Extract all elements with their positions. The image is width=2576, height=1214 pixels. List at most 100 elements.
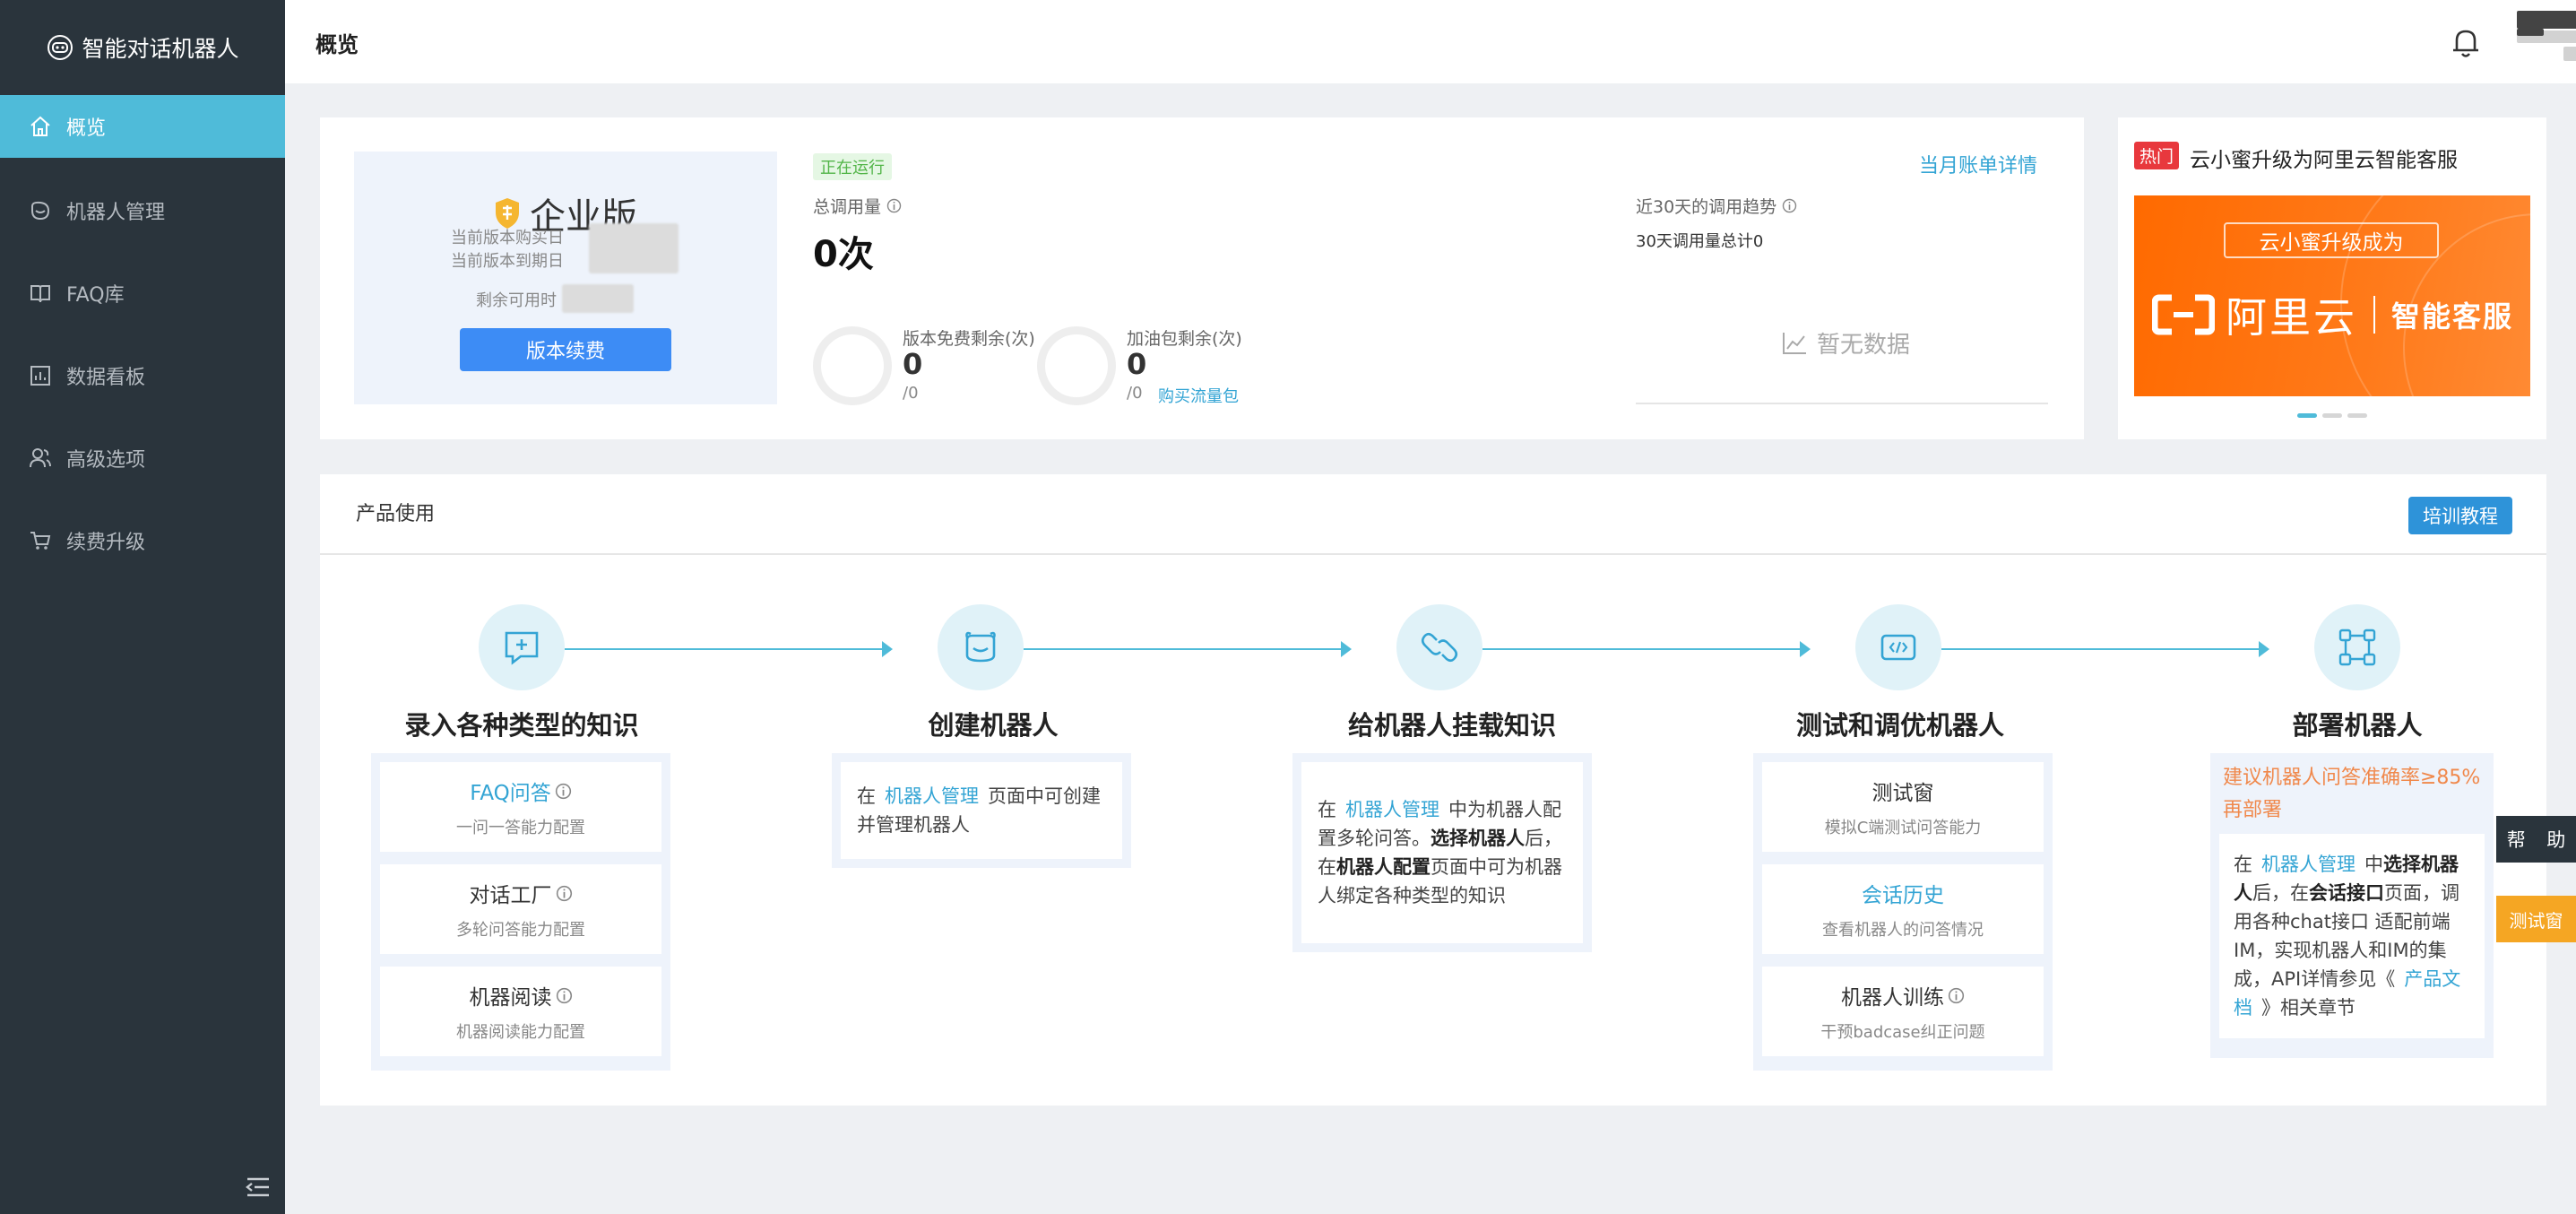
total-calls-label: 总调用量 (813, 194, 902, 218)
users-icon (30, 448, 51, 468)
sidebar-item-label: 高级选项 (66, 449, 146, 472)
app-brand[interactable]: 智能对话机器人 (0, 0, 285, 95)
step-2-title: 创建机器人 (928, 710, 1059, 741)
link-icon (1421, 632, 1458, 663)
info-icon[interactable] (1948, 987, 1965, 1004)
status-badge: 正在运行 (813, 153, 892, 180)
line-chart-icon (1783, 332, 1806, 354)
info-icon[interactable] (556, 885, 573, 902)
bell-icon[interactable] (2450, 25, 2482, 59)
trend-axis-line (1636, 403, 2048, 404)
sidebar-item-advanced[interactable]: 高级选项 (0, 427, 285, 490)
addon-quota-label: 加油包剩余(次) (1127, 329, 1242, 349)
collapse-sidebar-icon[interactable] (246, 1176, 271, 1198)
robot-management-link[interactable]: 机器人管理 (1336, 799, 1448, 820)
step-3-panel: 在机器人管理 中为机器人配置多轮问答。选择机器人后，在机器人配置页面中可为机器人绑… (1292, 753, 1592, 952)
addon-quota-ring (1037, 326, 1116, 405)
step-5-circle (2314, 604, 2400, 690)
usage-title: 产品使用 (356, 503, 436, 525)
info-icon[interactable] (1782, 198, 1797, 213)
help-button[interactable]: 帮 助 (2496, 816, 2576, 863)
sidebar-item-label: FAQ库 (66, 284, 125, 307)
step-5-title: 部署机器人 (2292, 710, 2423, 741)
flow-arrow (882, 641, 893, 657)
addon-quota-value: 0 (1127, 347, 1147, 381)
page-title: 概览 (316, 32, 359, 57)
banner-headline: 云小蜜升级成为 (2224, 222, 2439, 258)
step-5-panel: 建议机器人问答准确率≥85%再部署 在机器人管理 中选择机器人后，在会话接口页面，… (2210, 753, 2494, 1058)
promo-card: 热门 云小蜜升级为阿里云智能客服 云小蜜升级成为 阿里云 智能客服 (2118, 117, 2546, 439)
sidebar-item-dashboard[interactable]: 数据看板 (0, 344, 285, 407)
free-quota-label: 版本免费剩余(次) (903, 329, 1035, 349)
total-calls-value: 0次 (813, 234, 874, 275)
flow-connector (565, 648, 886, 650)
renew-button[interactable]: 版本续费 (460, 328, 671, 371)
home-icon (30, 116, 50, 136)
carousel-dot-3[interactable] (2347, 413, 2367, 418)
robot-management-link[interactable]: 机器人管理 (2252, 854, 2364, 875)
step-1-options: FAQ问答 一问一答能力配置 对话工厂 多轮问答能力配置 机器阅读 机器阅读能力… (371, 753, 670, 1071)
edition-title: 企业版 (354, 187, 777, 239)
sidebar: 智能对话机器人 概览 机器人管理 FAQ库 数据看板 高级选项 续费升级 (0, 0, 285, 1214)
sidebar-item-label: 机器人管理 (66, 202, 166, 224)
monthly-bill-link[interactable]: 当月账单详情 (1919, 150, 2037, 178)
step-4-circle (1855, 604, 1941, 690)
addon-quota-total: /0 (1127, 384, 1143, 403)
user-account[interactable] (2517, 11, 2576, 74)
aliyun-logo-icon (2152, 294, 2215, 335)
robot-face-icon (965, 631, 996, 663)
step-1-circle (479, 604, 565, 690)
test-window-button[interactable]: 测试窗 (2496, 896, 2576, 942)
trend-total: 30天调用量总计0 (1636, 232, 1764, 251)
sidebar-item-renew[interactable]: 续费升级 (0, 509, 285, 572)
info-icon[interactable] (886, 198, 902, 213)
step-4-title: 测试和调优机器人 (1795, 710, 2004, 741)
machine-reading-option[interactable]: 机器阅读 机器阅读能力配置 (380, 967, 661, 1056)
flow-arrow (1341, 641, 1352, 657)
step-2-circle (938, 604, 1024, 690)
carousel-dot-1[interactable] (2297, 413, 2317, 418)
carousel-dot-2[interactable] (2322, 413, 2342, 418)
carousel-dots (2297, 413, 2367, 418)
free-quota-total: /0 (903, 384, 919, 403)
test-window-option[interactable]: 测试窗 模拟C端测试问答能力 (1762, 762, 2044, 852)
aliyun-banner-logo: 阿里云 智能客服 (2152, 285, 2513, 344)
buy-traffic-pack-link[interactable]: 购买流量包 (1158, 384, 1239, 407)
dashboard-icon (30, 366, 50, 386)
promo-banner[interactable]: 云小蜜升级成为 阿里云 智能客服 (2134, 195, 2530, 396)
flow-arrow (1800, 641, 1811, 657)
step-2-panel: 在机器人管理 页面中可创建并管理机器人 (832, 753, 1131, 868)
overview-card: 企业版 当前版本购买日 当前版本到期日 剩余可用时 版本续费 正在运行 总调用量… (320, 117, 2084, 439)
remaining-time-label: 剩余可用时 (476, 291, 557, 310)
no-data-placeholder: 暂无数据 (1781, 326, 1910, 360)
code-window-icon (1880, 634, 1916, 661)
step-1-title: 录入各种类型的知识 (404, 710, 639, 741)
step-3-title: 给机器人挂载知识 (1347, 710, 1556, 741)
sidebar-item-overview[interactable]: 概览 (0, 95, 285, 158)
free-quota-value: 0 (903, 347, 923, 381)
info-icon[interactable] (556, 987, 573, 1004)
sidebar-item-faq[interactable]: FAQ库 (0, 262, 285, 325)
promo-title[interactable]: 云小蜜升级为阿里云智能客服 (2190, 143, 2458, 173)
redacted-dates (589, 223, 679, 273)
faq-option[interactable]: FAQ问答 一问一答能力配置 (380, 762, 661, 852)
robot-training-option[interactable]: 机器人训练 干预badcase纠正问题 (1762, 967, 2044, 1056)
top-header: 概览 (285, 0, 2576, 83)
sidebar-item-label: 数据看板 (66, 367, 146, 389)
dialog-factory-option[interactable]: 对话工厂 多轮问答能力配置 (380, 864, 661, 954)
robot-management-link[interactable]: 机器人管理 (876, 785, 988, 807)
chat-history-option[interactable]: 会话历史 查看机器人的问答情况 (1762, 864, 2044, 954)
flow-arrow (2259, 641, 2269, 657)
step-4-options: 测试窗 模拟C端测试问答能力 会话历史 查看机器人的问答情况 机器人训练 干预b… (1753, 753, 2053, 1071)
sidebar-item-robot-management[interactable]: 机器人管理 (0, 179, 285, 242)
sidebar-item-label: 概览 (66, 117, 107, 140)
robot-icon (31, 201, 50, 221)
training-tutorial-button[interactable]: 培训教程 (2408, 497, 2512, 534)
app-name: 智能对话机器人 (82, 36, 239, 62)
deploy-warning: 建议机器人问答准确率≥85%再部署 (2223, 767, 2481, 821)
cart-icon (30, 532, 51, 550)
trend-label: 近30天的调用趋势 (1636, 194, 1797, 218)
network-icon (2338, 629, 2376, 666)
info-icon[interactable] (555, 783, 572, 800)
flow-connector (1482, 648, 1803, 650)
